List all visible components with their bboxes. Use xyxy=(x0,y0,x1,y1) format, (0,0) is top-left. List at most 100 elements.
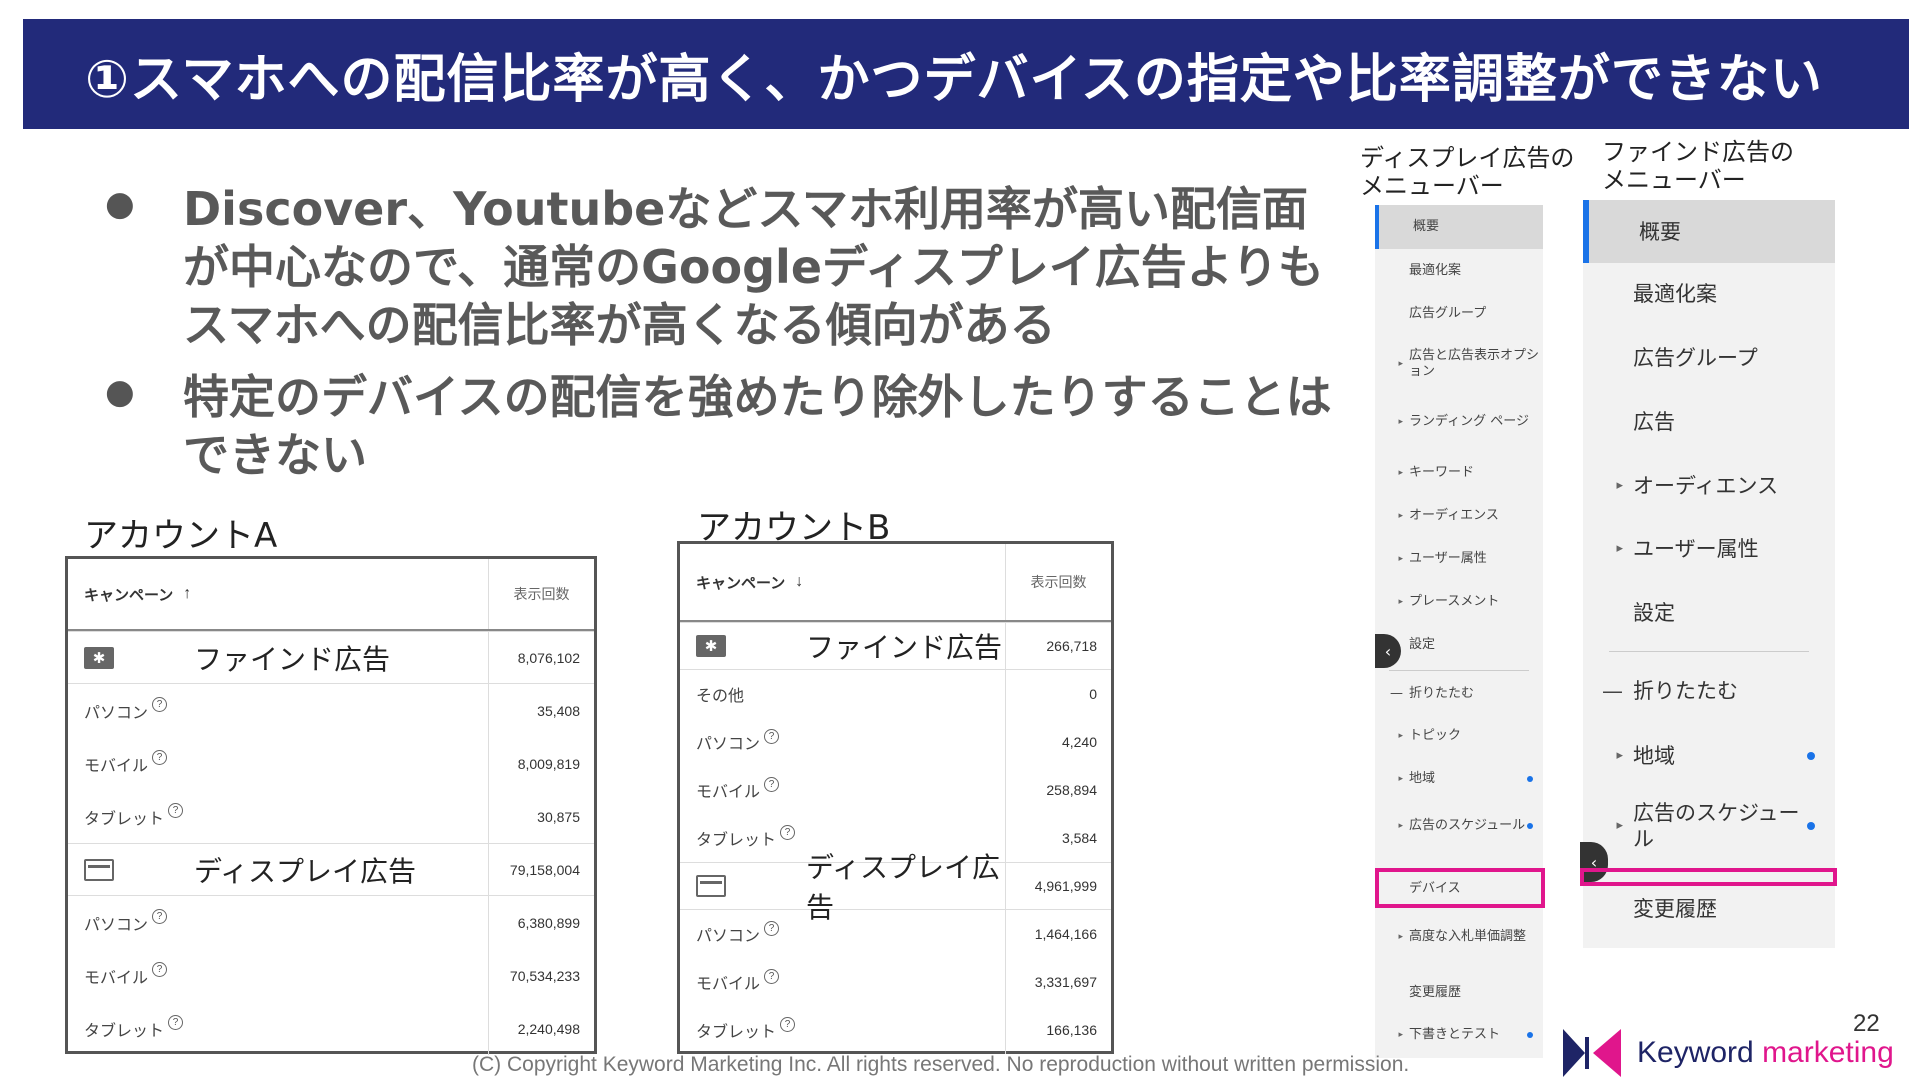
menu-item[interactable]: 広告 xyxy=(1583,391,1835,453)
help-icon[interactable]: ? xyxy=(764,920,780,936)
menu-item[interactable]: ▸ トピック xyxy=(1375,715,1543,757)
campaign-column-header[interactable]: キャンペーン ↓ xyxy=(680,544,1005,620)
row-label: タブレット xyxy=(696,832,777,849)
device-row[interactable]: モバイル? 70,534,233 xyxy=(68,949,594,1002)
impressions-column-header[interactable]: 表示回数 xyxy=(1005,544,1111,620)
device-row[interactable]: パソコン? 1,464,166 xyxy=(680,910,1111,958)
table-body: ✱ ファインド広告 266,718 その他 0 パソコン? 4,240 モバイル? 258,89… xyxy=(680,622,1111,1054)
menu-item[interactable]: ▸ プレースメント xyxy=(1375,581,1543,623)
table-header: キャンペーン ↑ 表示回数 xyxy=(68,559,594,631)
company-logo: Keyword marketing xyxy=(1563,1025,1913,1080)
menu-item[interactable]: 変更履歴 xyxy=(1583,878,1835,940)
impressions-cell: 266,718 xyxy=(1005,623,1111,669)
help-icon[interactable]: ? xyxy=(168,1015,184,1030)
row-name-cell: パソコン? xyxy=(680,910,1005,958)
logo-mark-icon xyxy=(1563,1028,1621,1077)
menu-item[interactable]: ▸ 広告のスケジュール xyxy=(1583,788,1835,864)
help-icon[interactable]: ? xyxy=(764,728,780,744)
device-row[interactable]: タブレット? 30,875 xyxy=(68,790,594,843)
row-label: パソコン xyxy=(696,736,761,753)
device-row[interactable]: パソコン? 35,408 xyxy=(68,684,594,737)
chevron-right-icon: ▸ xyxy=(1616,818,1623,833)
menu-item-label: 折りたたむ xyxy=(1409,686,1475,701)
row-name-cell: モバイル? xyxy=(680,766,1005,814)
help-icon[interactable]: ? xyxy=(152,697,168,712)
help-icon[interactable]: ? xyxy=(152,909,168,924)
help-icon[interactable]: ? xyxy=(152,962,168,977)
row-label: モバイル xyxy=(84,757,149,775)
chevron-right-icon: ▸ xyxy=(1398,468,1403,478)
device-row[interactable]: モバイル? 8,009,819 xyxy=(68,737,594,790)
menu-item-label: 変更履歴 xyxy=(1409,985,1462,1000)
menu-divider xyxy=(1389,670,1529,671)
menu-item[interactable]: 変更履歴 xyxy=(1375,972,1543,1014)
minus-icon: — xyxy=(1602,679,1623,703)
help-icon[interactable]: ? xyxy=(780,1016,796,1032)
menu-item[interactable]: — 折りたたむ xyxy=(1375,673,1543,715)
menu-item[interactable]: ▸ 地域 xyxy=(1375,758,1543,800)
menu-item[interactable]: 広告グループ xyxy=(1583,327,1835,389)
device-row[interactable]: モバイル? 3,331,697 xyxy=(680,958,1111,1006)
campaign-row[interactable]: ✱ ファインド広告 8,076,102 xyxy=(68,631,594,684)
menu-item[interactable]: 概要 xyxy=(1375,205,1543,249)
menu-item[interactable]: ▸ 下書きとテスト xyxy=(1375,1014,1543,1056)
campaign-row[interactable]: ✱ ファインド広告 266,718 xyxy=(680,622,1111,670)
campaign-row[interactable]: ディスプレイ広告 79,158,004 xyxy=(68,843,594,896)
help-icon[interactable]: ? xyxy=(780,824,796,840)
row-label: ファインド広告 xyxy=(194,642,391,676)
menu-item[interactable]: ▸ 高度な入札単価調整 xyxy=(1375,909,1543,965)
menu-item[interactable]: 設定 xyxy=(1583,582,1835,644)
help-icon[interactable]: ? xyxy=(764,968,780,984)
row-label: タブレット xyxy=(84,1022,165,1040)
chevron-right-icon: ▸ xyxy=(1616,478,1623,493)
impressions-cell: 3,331,697 xyxy=(1005,958,1111,1006)
menu-item[interactable]: ▸ オーディエンス xyxy=(1375,495,1543,537)
menu-item[interactable]: 概要 xyxy=(1583,200,1835,263)
menu-item[interactable]: ▸ オーディエンス xyxy=(1583,455,1835,517)
help-icon[interactable]: ? xyxy=(152,750,168,765)
status-dot-icon xyxy=(1527,776,1533,782)
menu-item[interactable]: ▸ ユーザー属性 xyxy=(1583,518,1835,580)
menu-item[interactable]: ▸ 広告のスケジュール xyxy=(1375,798,1543,854)
menu-item-label: キーワード xyxy=(1409,465,1475,480)
menu-item[interactable]: ▸ ユーザー属性 xyxy=(1375,538,1543,580)
menu-item[interactable]: ▸ 広告と広告表示オプション xyxy=(1375,336,1543,392)
find-menu-label-line2: メニューバー xyxy=(1602,166,1746,194)
slide-title-bar: ①スマホへの配信比率が高く、かつデバイスの指定や比率調整ができない xyxy=(23,19,1909,129)
menu-item[interactable]: 広告グループ xyxy=(1375,293,1543,335)
menu-item[interactable]: ▸ ランディング ページ xyxy=(1375,395,1543,449)
help-icon[interactable]: ? xyxy=(764,776,780,792)
campaign-column-header[interactable]: キャンペーン ↑ xyxy=(68,559,488,629)
menu-item[interactable]: — 折りたたむ xyxy=(1583,660,1835,722)
row-name-cell: ✱ ファインド広告 xyxy=(68,632,488,683)
campaign-row[interactable]: ディスプレイ広告 4,961,999 xyxy=(680,851,1111,924)
help-icon[interactable]: ? xyxy=(168,803,184,818)
menu-item[interactable]: ▸ キーワード xyxy=(1375,452,1543,494)
status-dot-icon xyxy=(1807,822,1815,830)
menu-item[interactable]: 最適化案 xyxy=(1583,263,1835,325)
menu-item[interactable]: 最適化案 xyxy=(1375,250,1543,292)
device-row[interactable]: パソコン? 6,380,899 xyxy=(68,896,594,949)
menu-item[interactable]: ▸ 地域 xyxy=(1583,725,1835,787)
sort-arrow-icon[interactable]: ↑ xyxy=(183,585,191,603)
device-row[interactable]: タブレット? 2,240,498 xyxy=(68,1002,594,1055)
impressions-cell: 1,464,166 xyxy=(1005,910,1111,958)
impressions-column-header[interactable]: 表示回数 xyxy=(488,559,594,629)
sort-arrow-icon[interactable]: ↓ xyxy=(795,573,803,591)
menu-item-label: 広告と広告表示オプション xyxy=(1409,348,1540,379)
menu-item-label: ユーザー属性 xyxy=(1409,551,1487,566)
menu-item-label: 変更履歴 xyxy=(1633,897,1717,921)
device-row[interactable]: タブレット? 166,136 xyxy=(680,1006,1111,1054)
status-dot-icon xyxy=(1527,1032,1533,1038)
chevron-right-icon: ▸ xyxy=(1398,359,1403,369)
menu-item-label: 折りたたむ xyxy=(1633,679,1738,703)
logo-word-marketing: marketing xyxy=(1762,1035,1894,1069)
account-b-table: キャンペーン ↓ 表示回数 ✱ ファインド広告 266,718 その他 0 パソコン? 4,… xyxy=(677,541,1114,1054)
impressions-cell: 6,380,899 xyxy=(488,896,594,949)
table-body: ✱ ファインド広告 8,076,102 パソコン? 35,408 モバイル? 8,009,8… xyxy=(68,631,594,1055)
device-row[interactable]: モバイル? 258,894 xyxy=(680,766,1111,814)
menu-item-label: 地域 xyxy=(1633,744,1675,768)
device-row[interactable]: その他 0 xyxy=(680,670,1111,718)
display-menu-label: ディスプレイ広告の メニューバー xyxy=(1360,144,1574,200)
device-row[interactable]: パソコン? 4,240 xyxy=(680,718,1111,766)
